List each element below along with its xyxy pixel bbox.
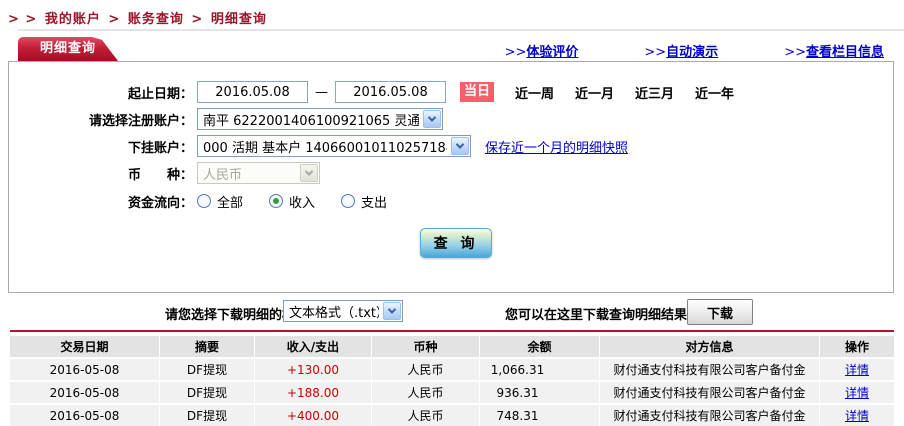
dropdown-arrow-icon bbox=[300, 164, 318, 182]
date-range-row: 起止日期： — 当日 近一周 近一月 近三月 近一年 bbox=[9, 80, 893, 104]
last-week-quick-button[interactable]: 近一周 bbox=[515, 83, 554, 102]
cell-amount: +130.00 bbox=[255, 359, 372, 380]
table-top-rule bbox=[10, 330, 894, 332]
breadcrumb-item-detail-query[interactable]: 明细查询 bbox=[211, 12, 267, 27]
sub-account-row: 下挂账户： 000 活期 基本户 1406600101102571848 保存近… bbox=[9, 134, 893, 158]
dropdown-arrow-icon[interactable] bbox=[383, 302, 401, 320]
flow-option-expense[interactable]: 支出 bbox=[341, 192, 387, 211]
detail-link[interactable]: 详情 bbox=[845, 363, 869, 377]
breadcrumb-separator: > bbox=[108, 12, 121, 27]
header-balance: 余额 bbox=[480, 336, 600, 357]
breadcrumb-divider bbox=[18, 29, 904, 31]
save-snapshot-link[interactable]: 保存近一个月的明细快照 bbox=[485, 137, 628, 156]
dropdown-arrow-icon[interactable] bbox=[451, 137, 469, 155]
today-quick-button[interactable]: 当日 bbox=[460, 82, 494, 102]
breadcrumb-separator: > bbox=[191, 12, 204, 27]
cell-amount: +188.00 bbox=[255, 382, 372, 403]
date-range-label: 起止日期： bbox=[127, 86, 193, 102]
cell-counterparty: 财付通支付科技有限公司客户备付金 bbox=[600, 405, 820, 426]
top-links: >>体验评价 >>自动演示 >>查看栏目信息 bbox=[0, 41, 884, 60]
radio-checked-icon[interactable] bbox=[269, 194, 284, 208]
header-action: 操作 bbox=[820, 336, 894, 357]
query-button[interactable]: 查 询 bbox=[420, 228, 492, 258]
link-arrows: >> bbox=[644, 45, 667, 60]
date-from-input[interactable] bbox=[197, 81, 308, 103]
breadcrumb-prefix: > > bbox=[8, 12, 38, 27]
cell-amount: +400.00 bbox=[255, 405, 372, 426]
fund-flow-row: 资金流向： 全部 收入 支出 bbox=[9, 189, 893, 213]
currency-row: 币 种： 人民币 bbox=[9, 161, 893, 185]
header-date: 交易日期 bbox=[10, 336, 160, 357]
header-counterparty: 对方信息 bbox=[600, 336, 820, 357]
detail-link[interactable]: 详情 bbox=[845, 386, 869, 400]
cell-currency: 人民币 bbox=[372, 382, 480, 403]
detail-link[interactable]: 详情 bbox=[845, 409, 869, 423]
table-row: 2016-05-08 DF提现 +130.00 人民币 1,066.31 财付通… bbox=[10, 359, 894, 380]
link-arrows: >> bbox=[784, 45, 806, 60]
currency-select-disabled: 人民币 bbox=[197, 162, 320, 184]
radio-icon[interactable] bbox=[197, 194, 211, 208]
breadcrumb: > > 我的账户 > 账务查询 > 明细查询 bbox=[8, 8, 269, 27]
last-three-months-quick-button[interactable]: 近三月 bbox=[635, 83, 674, 102]
cell-summary: DF提现 bbox=[160, 359, 255, 380]
header-currency: 币种 bbox=[372, 336, 480, 357]
transaction-table: 交易日期 摘要 收入/支出 币种 余额 对方信息 操作 2016-05-08 D… bbox=[10, 334, 894, 426]
registered-account-label: 请选择注册账户： bbox=[88, 113, 193, 129]
download-format-select[interactable]: 文本格式（.txt） bbox=[283, 300, 403, 322]
registered-account-select[interactable]: 南平 6222001406100921065 灵通卡 bbox=[197, 108, 443, 130]
cell-date: 2016-05-08 bbox=[10, 359, 160, 380]
fund-flow-label: 资金流向： bbox=[127, 195, 193, 211]
detail-query-page: > > 我的账户 > 账务查询 > 明细查询 明细查询 >>体验评价 >>自动演… bbox=[0, 0, 904, 426]
download-button[interactable]: 下载 bbox=[687, 299, 753, 325]
table-header-row: 交易日期 摘要 收入/支出 币种 余额 对方信息 操作 bbox=[10, 336, 894, 357]
query-form-panel: 起止日期： — 当日 近一周 近一月 近三月 近一年 请选择注册账户： 南平 6… bbox=[8, 61, 894, 293]
table-row: 2016-05-08 DF提现 +188.00 人民币 936.31 财付通支付… bbox=[10, 382, 894, 403]
cell-counterparty: 财付通支付科技有限公司客户备付金 bbox=[600, 382, 820, 403]
cell-counterparty: 财付通支付科技有限公司客户备付金 bbox=[600, 359, 820, 380]
download-row: 请您选择下载明细的格式 文本格式（.txt） 您可以在这里下载查询明细结果 下载 bbox=[0, 298, 904, 326]
cell-balance: 748.31 bbox=[480, 405, 600, 426]
cell-balance: 936.31 bbox=[480, 382, 600, 403]
flow-option-all[interactable]: 全部 bbox=[197, 192, 243, 211]
experience-rating-link[interactable]: >>体验评价 bbox=[505, 41, 579, 60]
last-month-quick-button[interactable]: 近一月 bbox=[575, 83, 614, 102]
sub-account-select[interactable]: 000 活期 基本户 1406600101102571848 bbox=[197, 135, 471, 157]
cell-date: 2016-05-08 bbox=[10, 405, 160, 426]
download-hint-label: 您可以在这里下载查询明细结果 bbox=[505, 308, 688, 323]
last-year-quick-button[interactable]: 近一年 bbox=[695, 83, 734, 102]
cell-currency: 人民币 bbox=[372, 405, 480, 426]
cell-summary: DF提现 bbox=[160, 405, 255, 426]
currency-label: 币 种： bbox=[127, 167, 193, 183]
date-to-input[interactable] bbox=[335, 81, 446, 103]
breadcrumb-item-my-account[interactable]: 我的账户 bbox=[45, 12, 101, 27]
sub-account-label: 下挂账户： bbox=[127, 140, 193, 156]
cell-summary: DF提现 bbox=[160, 382, 255, 403]
header-summary: 摘要 bbox=[160, 336, 255, 357]
view-column-info-link[interactable]: >>查看栏目信息 bbox=[784, 41, 884, 60]
link-arrows: >> bbox=[504, 45, 527, 60]
table-row: 2016-05-08 DF提现 +400.00 人民币 748.31 财付通支付… bbox=[10, 405, 894, 426]
cell-balance: 1,066.31 bbox=[480, 359, 600, 380]
auto-demo-link[interactable]: >>自动演示 bbox=[644, 41, 718, 60]
flow-option-income[interactable]: 收入 bbox=[269, 192, 315, 211]
breadcrumb-item-account-query[interactable]: 账务查询 bbox=[128, 12, 184, 27]
header-amount: 收入/支出 bbox=[255, 336, 372, 357]
registered-account-row: 请选择注册账户： 南平 6222001406100921065 灵通卡 bbox=[9, 107, 893, 131]
radio-icon[interactable] bbox=[341, 194, 356, 208]
dropdown-arrow-icon[interactable] bbox=[423, 110, 441, 128]
date-dash: — bbox=[315, 84, 328, 100]
cell-currency: 人民币 bbox=[372, 359, 480, 380]
cell-date: 2016-05-08 bbox=[10, 382, 160, 403]
